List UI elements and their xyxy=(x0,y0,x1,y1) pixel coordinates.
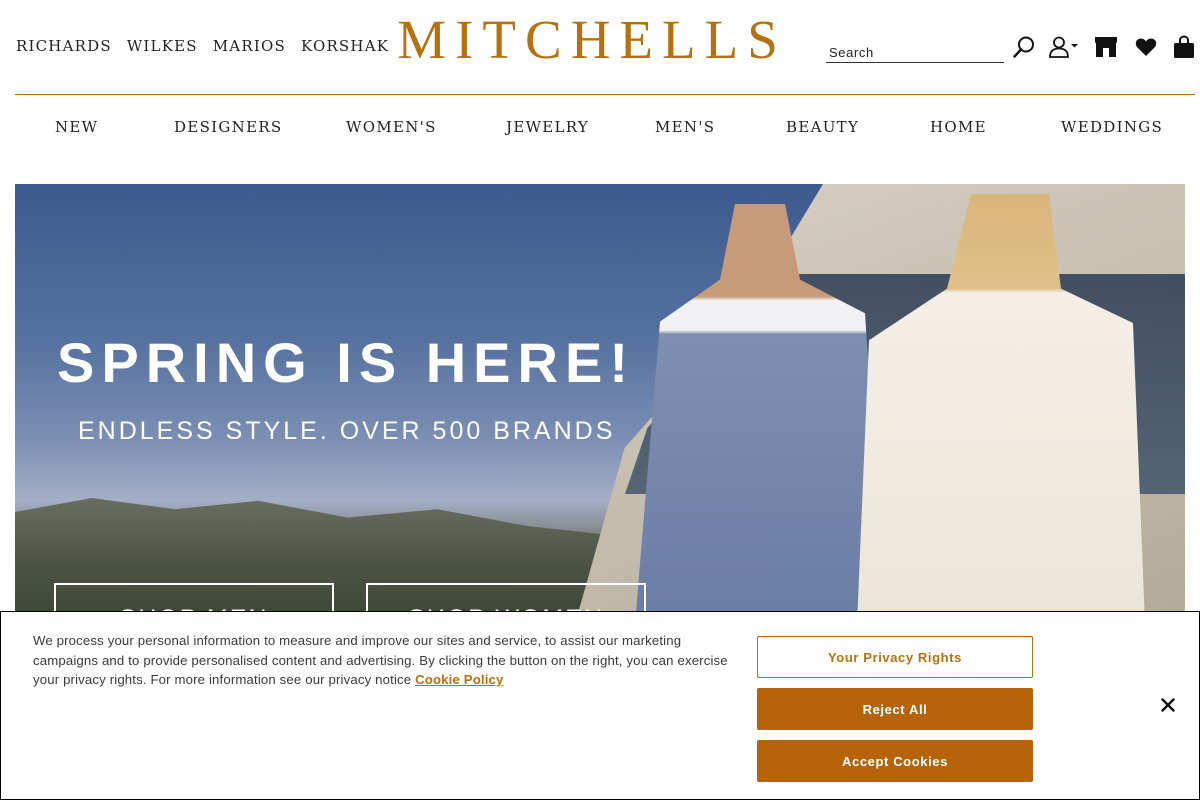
cookie-policy-link[interactable]: Cookie Policy xyxy=(415,672,503,687)
privacy-rights-button[interactable]: Your Privacy Rights xyxy=(757,636,1033,678)
reject-all-button[interactable]: Reject All xyxy=(757,688,1033,730)
store-icon[interactable] xyxy=(1093,34,1119,60)
site-logo[interactable]: MITCHELLS xyxy=(385,10,799,70)
hero-subtitle: ENDLESS STYLE. OVER 500 BRANDS xyxy=(78,417,616,445)
search-box xyxy=(826,38,1004,63)
sister-brand-links: RICHARDS WILKES MARIOS KORSHAK xyxy=(16,37,389,55)
search-input[interactable] xyxy=(826,38,1004,62)
shopping-bag-icon[interactable] xyxy=(1171,34,1197,60)
nav-item-weddings[interactable]: WEDDINGS xyxy=(1061,118,1163,136)
brand-link-richards[interactable]: RICHARDS xyxy=(16,37,112,55)
nav-item-jewelry[interactable]: JEWELRY xyxy=(506,118,589,136)
nav-item-home[interactable]: HOME xyxy=(930,118,987,136)
cookie-consent-banner: We process your personal information to … xyxy=(0,611,1200,800)
main-navigation: NEW DESIGNERS WOMEN'S JEWELRY MEN'S BEAU… xyxy=(15,118,1195,148)
nav-item-designers[interactable]: DESIGNERS xyxy=(174,118,283,136)
header-divider xyxy=(15,94,1195,95)
hero-banner[interactable]: SPRING IS HERE! ENDLESS STYLE. OVER 500 … xyxy=(15,184,1185,624)
nav-item-beauty[interactable]: BEAUTY xyxy=(786,118,859,136)
account-icon[interactable] xyxy=(1048,34,1080,60)
heart-icon[interactable] xyxy=(1133,34,1159,60)
nav-item-womens[interactable]: WOMEN'S xyxy=(346,118,437,136)
cookie-notice-text: We process your personal information to … xyxy=(33,631,733,690)
nav-item-new[interactable]: NEW xyxy=(55,118,98,136)
search-icon[interactable] xyxy=(1011,34,1037,60)
brand-link-marios[interactable]: MARIOS xyxy=(213,37,286,55)
nav-item-mens[interactable]: MEN'S xyxy=(655,118,715,136)
brand-link-korshak[interactable]: KORSHAK xyxy=(301,37,389,55)
brand-link-wilkes[interactable]: WILKES xyxy=(127,37,198,55)
accept-cookies-button[interactable]: Accept Cookies xyxy=(757,740,1033,782)
cookie-notice-body: We process your personal information to … xyxy=(33,633,728,688)
close-icon[interactable] xyxy=(1156,693,1180,717)
hero-title: SPRING IS HERE! xyxy=(57,331,635,394)
site-header: RICHARDS WILKES MARIOS KORSHAK MITCHELLS xyxy=(0,0,1200,95)
